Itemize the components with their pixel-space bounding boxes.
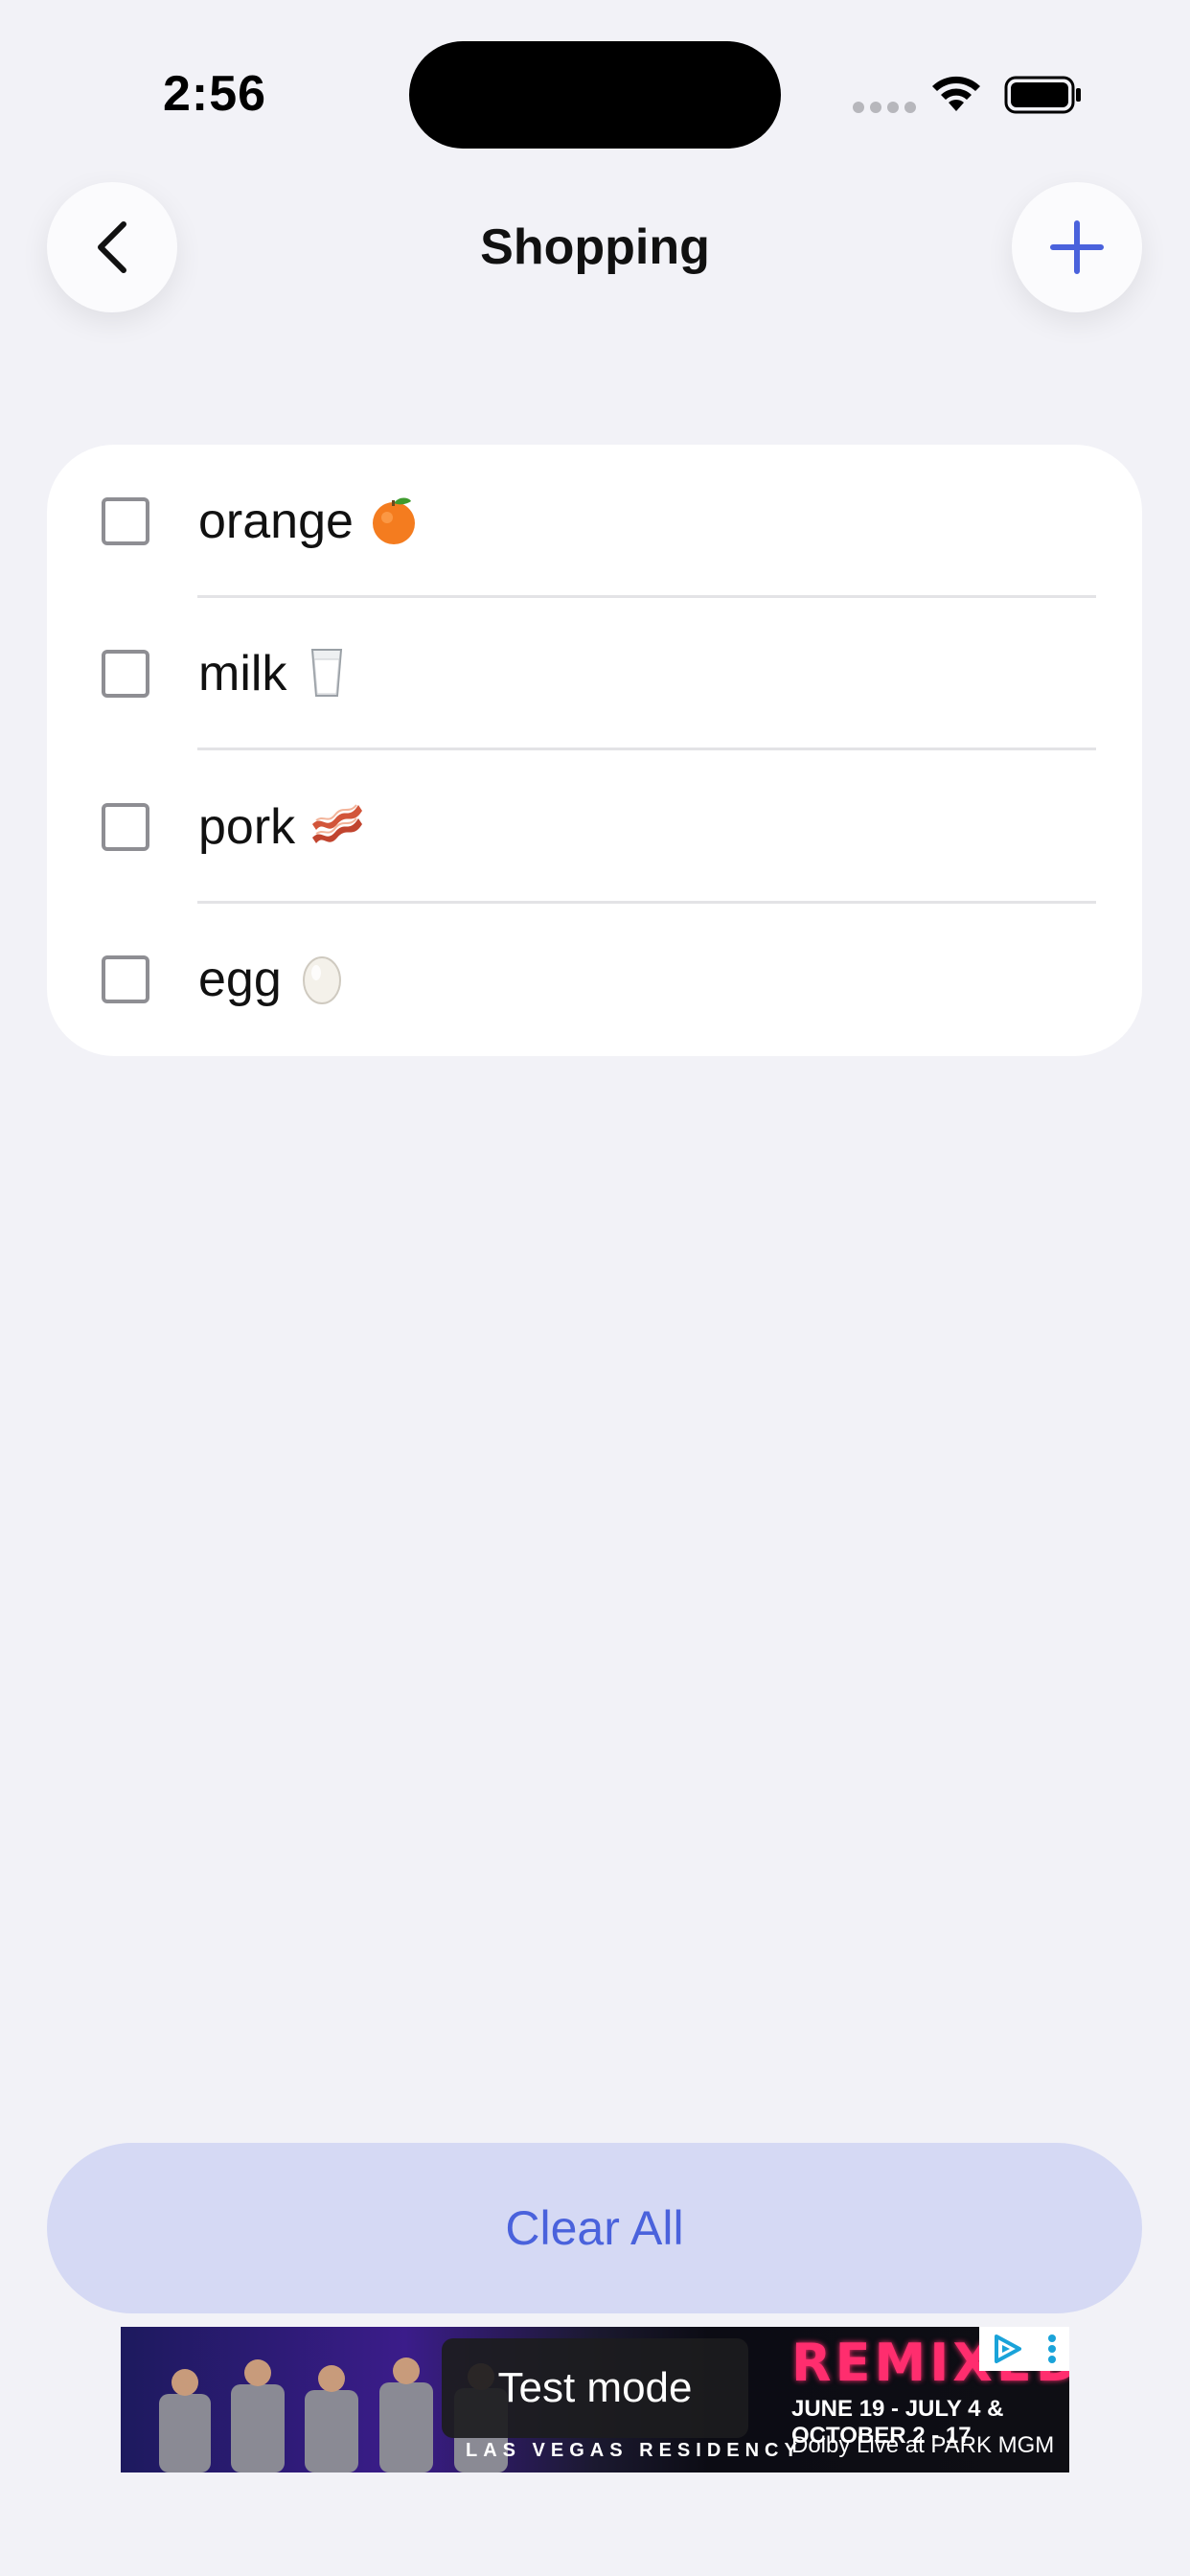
ad-test-mode-label: Test mode	[442, 2338, 748, 2438]
battery-icon	[1004, 76, 1081, 114]
item-checkbox[interactable]	[102, 955, 149, 1004]
item-checkbox[interactable]	[102, 496, 149, 545]
list-item-label-row: orange	[198, 493, 421, 550]
ad-choices-icon[interactable]	[991, 2333, 1023, 2365]
list-item-label-row: milk	[198, 645, 354, 702]
ad-banner[interactable]: LAS VEGAS RESIDENCY REMIXED JUNE 19 - JU…	[121, 2327, 1069, 2472]
list-item-label: orange	[198, 493, 354, 549]
item-checkbox[interactable]	[102, 650, 149, 699]
list-item[interactable]: pork	[47, 750, 1142, 904]
wifi-icon	[932, 76, 980, 111]
cellular-signal-icon	[853, 102, 916, 113]
list-item-label: pork	[198, 798, 296, 855]
list-item-label-row: pork	[198, 798, 363, 856]
bacon-icon	[312, 804, 363, 843]
clear-all-button[interactable]: Clear All	[47, 2143, 1142, 2313]
status-time: 2:56	[163, 66, 267, 122]
list-item-label: milk	[198, 646, 287, 702]
list-item-label: egg	[198, 952, 282, 1008]
more-options-icon[interactable]	[1046, 2333, 1058, 2365]
list-item[interactable]: orange	[47, 445, 1142, 598]
ad-sponsor: Dolby Live at PARK MGM	[791, 2432, 1055, 2458]
milk-glass-icon	[311, 649, 343, 698]
plus-icon	[1050, 220, 1104, 274]
item-checkbox[interactable]	[102, 802, 149, 851]
list-item[interactable]: milk	[47, 598, 1142, 750]
list-item[interactable]: egg	[47, 904, 1142, 1057]
ad-residency-text: LAS VEGAS RESIDENCY	[466, 2440, 803, 2461]
add-item-button[interactable]	[1012, 182, 1142, 312]
ad-choices[interactable]	[979, 2327, 1069, 2371]
orange-icon	[372, 497, 415, 544]
list-item-label-row: egg	[198, 951, 349, 1008]
shopping-list: orange milk pork egg	[47, 445, 1142, 1056]
egg-icon	[302, 956, 341, 1005]
dynamic-island	[409, 41, 781, 149]
